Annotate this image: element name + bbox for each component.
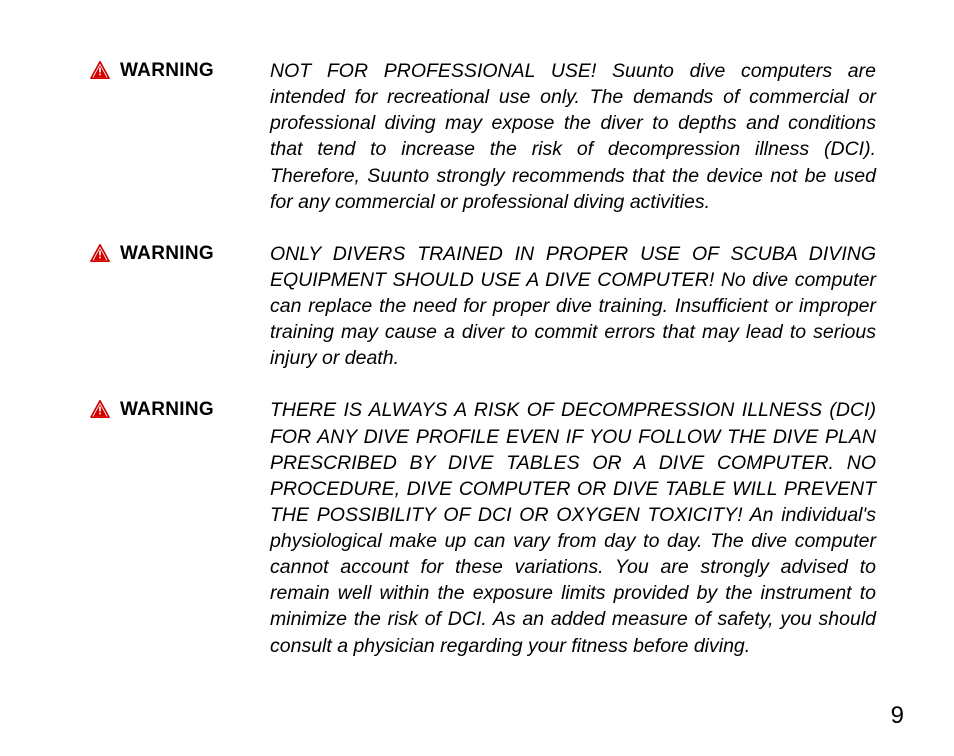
warning-triangle-icon: [90, 61, 110, 79]
warning-label-col: WARNING: [90, 397, 250, 421]
warning-label-col: WARNING: [90, 241, 250, 265]
warning-label: WARNING: [120, 60, 214, 82]
warning-body: NOT FOR PROFESSIONAL USE! Suunto dive co…: [270, 58, 876, 215]
warning-body: ONLY DIVERS TRAINED IN PROPER USE OF SCU…: [270, 241, 876, 372]
warning-label: WARNING: [120, 399, 214, 421]
warning-block: WARNING ONLY DIVERS TRAINED IN PROPER US…: [90, 241, 876, 372]
page-number: 9: [891, 702, 904, 730]
manual-page: WARNING NOT FOR PROFESSIONAL USE! Suunto…: [0, 0, 954, 756]
warning-block: WARNING NOT FOR PROFESSIONAL USE! Suunto…: [90, 58, 876, 215]
warning-triangle-icon: [90, 400, 110, 418]
warning-body: THERE IS ALWAYS A RISK OF DECOMPRESSION …: [270, 397, 876, 658]
warning-label-col: WARNING: [90, 58, 250, 82]
warning-list: WARNING NOT FOR PROFESSIONAL USE! Suunto…: [90, 58, 876, 659]
warning-block: WARNING THERE IS ALWAYS A RISK OF DECOMP…: [90, 397, 876, 658]
warning-triangle-icon: [90, 244, 110, 262]
warning-label: WARNING: [120, 243, 214, 265]
